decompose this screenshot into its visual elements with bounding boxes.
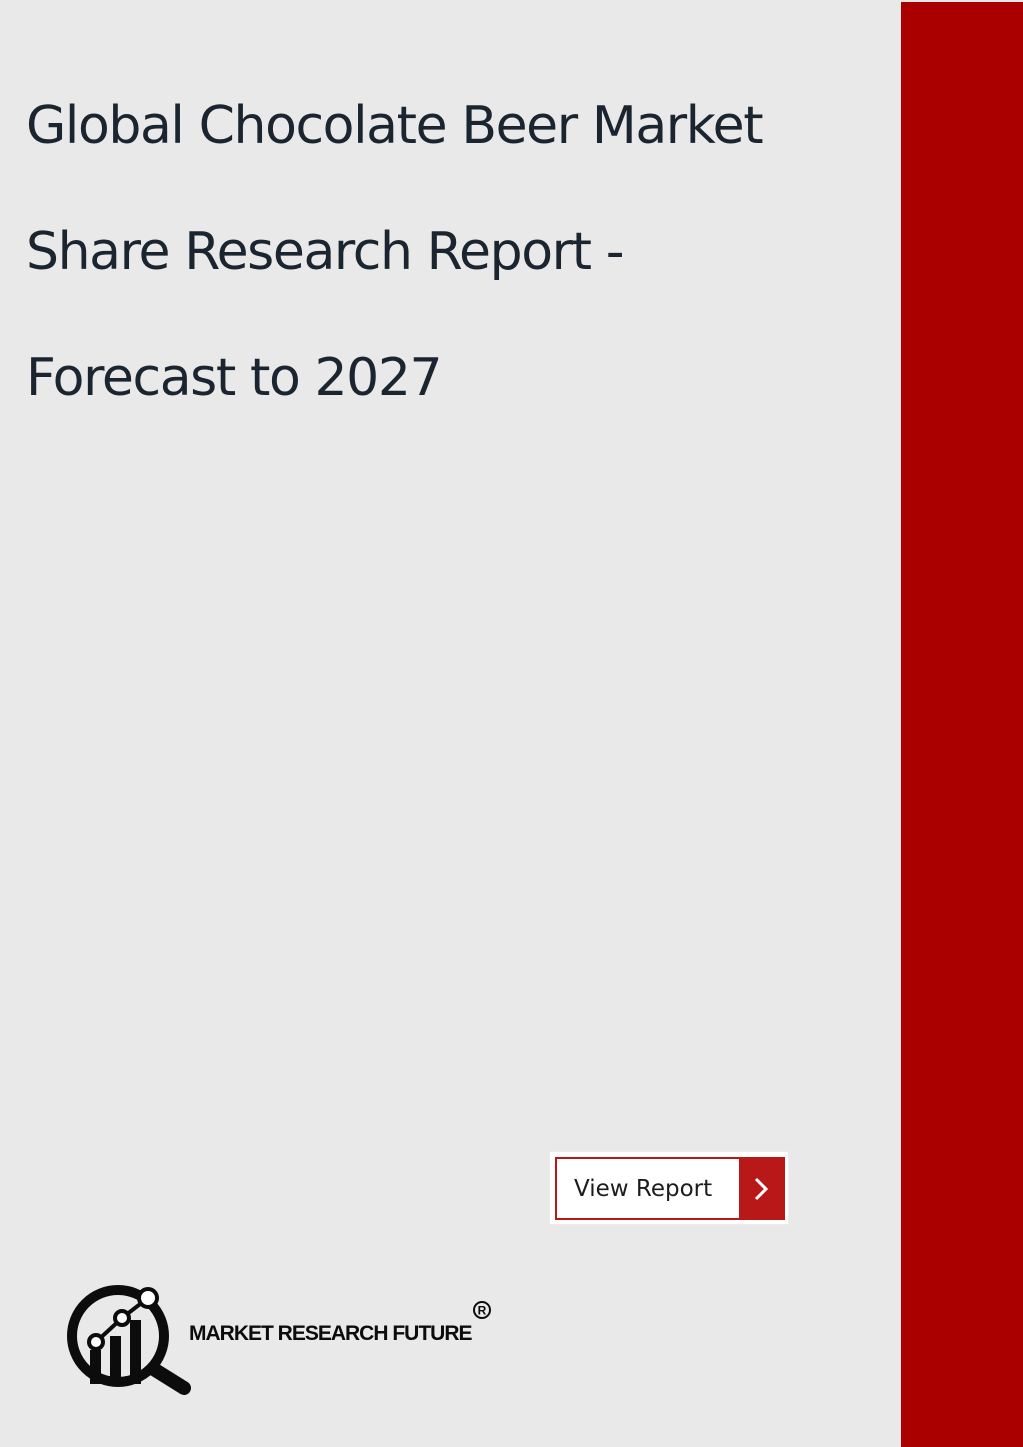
registered-mark-icon: R	[473, 1301, 491, 1319]
magnifier-chart-icon	[67, 1285, 191, 1395]
report-title: Global Chocolate Beer Market Share Resea…	[26, 86, 886, 464]
view-report-button-frame[interactable]: View Report	[555, 1157, 785, 1220]
view-report-label: View Report	[574, 1176, 713, 1202]
accent-side-band	[901, 2, 1023, 1447]
chevron-right-icon	[754, 1177, 769, 1200]
svg-text:R: R	[478, 1304, 487, 1318]
company-logo: MARKET RESEARCH FUTURE R	[64, 1280, 504, 1400]
view-report-button[interactable]: View Report	[549, 1151, 789, 1225]
report-cover-page: Global Chocolate Beer Market Share Resea…	[0, 0, 1023, 1447]
view-report-arrow-box[interactable]	[739, 1159, 783, 1218]
title-line-3: Forecast to 2027	[26, 348, 443, 408]
company-name: MARKET RESEARCH FUTURE	[189, 1322, 472, 1345]
title-line-1: Global Chocolate Beer Market	[26, 96, 764, 156]
title-line-2: Share Research Report -	[26, 222, 625, 282]
